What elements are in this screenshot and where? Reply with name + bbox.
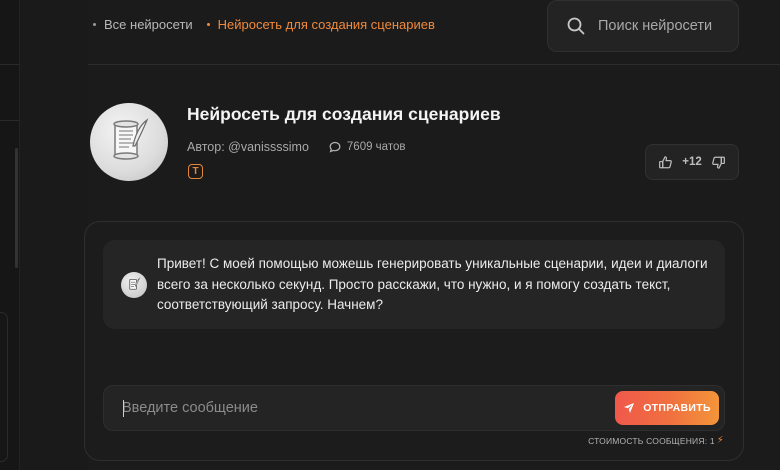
main-content: Все нейросети Нейросеть для создания сце… <box>20 0 780 470</box>
bullet-icon <box>206 23 210 26</box>
send-icon <box>624 403 635 413</box>
bot-meta: Автор: @vanissssimo 7609 чатов <box>187 140 405 154</box>
thumbs-up-icon[interactable] <box>658 155 673 170</box>
message-text: Привет! С моей помощью можешь генерирова… <box>157 256 708 312</box>
breadcrumb-item-current[interactable]: Нейросеть для создания сценариев <box>206 17 435 32</box>
chat-panel: Привет! С моей помощью можешь генерирова… <box>84 221 744 461</box>
author-link[interactable]: Автор: @vanissssimo <box>187 140 309 154</box>
header-divider <box>88 64 780 65</box>
thumbs-down-icon[interactable] <box>711 155 726 170</box>
breadcrumb-label: Нейросеть для создания сценариев <box>217 17 435 32</box>
search-box[interactable]: Поиск нейросети <box>547 0 739 52</box>
chat-bubble-icon <box>329 141 341 153</box>
left-sidebar <box>0 0 20 470</box>
bot-title: Нейросеть для создания сценариев <box>187 104 501 124</box>
breadcrumb-label: Все нейросети <box>104 17 193 32</box>
bullet-icon <box>93 23 96 26</box>
lightning-icon: ⚡ <box>716 435 724 446</box>
vote-count: +12 <box>682 156 702 168</box>
search-placeholder: Поиск нейросети <box>598 18 713 34</box>
chat-count-label: 7609 чатов <box>346 141 406 153</box>
scroll-quill-icon <box>129 277 141 290</box>
chat-count: 7609 чатов <box>329 141 406 153</box>
vote-widget: +12 <box>645 144 739 180</box>
cost-label: СТОИМОСТЬ СООБЩЕНИЯ: 1 <box>588 435 715 446</box>
breadcrumb-item-all[interactable]: Все нейросети <box>93 17 193 32</box>
message-composer: ОТПРАВИТЬ <box>103 385 725 431</box>
search-icon <box>567 17 585 35</box>
sidebar-scrollbar[interactable] <box>15 148 18 268</box>
message-cost: СТОИМОСТЬ СООБЩЕНИЯ: 1 ⚡ <box>588 435 724 446</box>
bot-message: Привет! С моей помощью можешь генерирова… <box>103 240 725 329</box>
send-button[interactable]: ОТПРАВИТЬ <box>615 391 719 425</box>
send-label: ОТПРАВИТЬ <box>643 402 711 414</box>
text-caret <box>123 400 124 417</box>
sidebar-divider <box>0 120 20 121</box>
message-avatar <box>121 272 147 298</box>
sidebar-divider <box>0 64 20 65</box>
bot-avatar <box>90 103 168 181</box>
message-input[interactable] <box>122 386 602 430</box>
breadcrumb: Все нейросети Нейросеть для создания сце… <box>93 17 435 32</box>
scroll-quill-icon <box>113 118 149 160</box>
text-type-badge: T <box>188 164 203 179</box>
sidebar-panel-edge <box>0 312 8 462</box>
